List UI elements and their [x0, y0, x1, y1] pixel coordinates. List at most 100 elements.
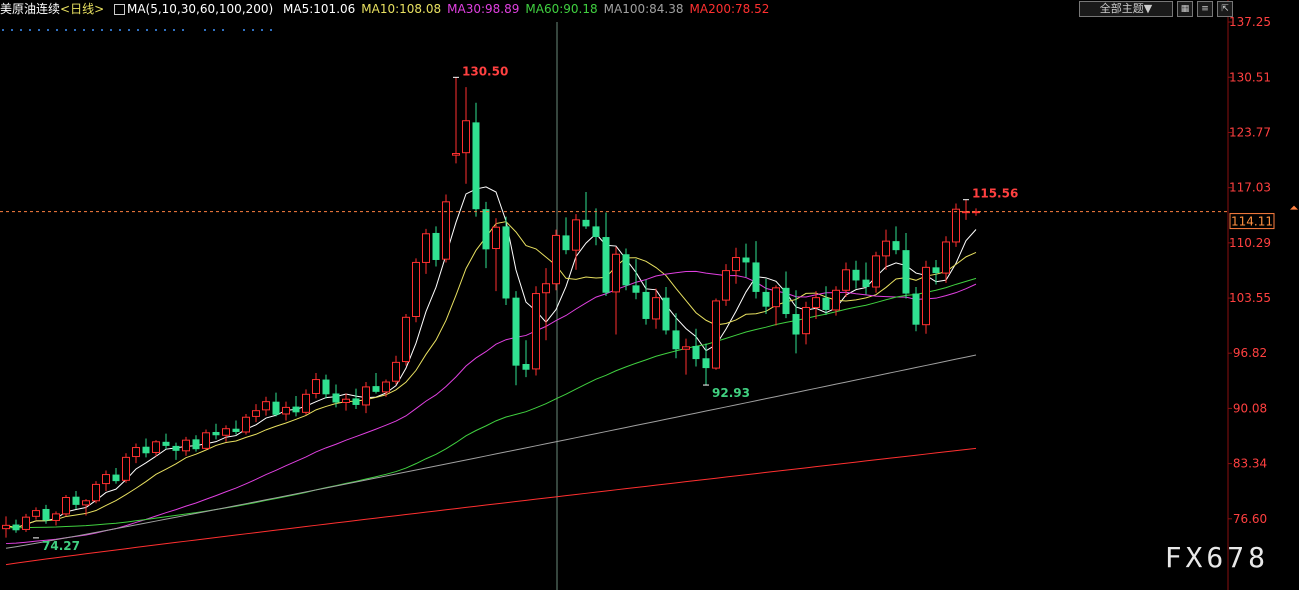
y-tick-label: 110.29 — [1229, 236, 1271, 250]
candle-body — [62, 497, 70, 515]
watermark-logo: FX678 — [1164, 541, 1269, 574]
candle-body — [412, 261, 420, 317]
grid-dot — [164, 29, 166, 31]
y-tick-label: 96.82 — [1233, 346, 1267, 360]
candle-body — [812, 297, 820, 308]
candle-body — [452, 153, 460, 156]
candle-body — [752, 262, 760, 292]
candle-body — [162, 441, 170, 446]
candle-body — [42, 508, 50, 521]
y-tick-label: 130.51 — [1229, 70, 1271, 84]
candle-body — [302, 393, 310, 413]
candle-body — [482, 209, 490, 250]
chart-settings-icon[interactable] — [113, 4, 125, 15]
candle-body — [642, 291, 650, 319]
candle-body — [512, 297, 520, 366]
candle-body — [492, 226, 500, 250]
candle-body — [252, 410, 260, 417]
grid-dot — [146, 29, 148, 31]
candle-body — [392, 361, 400, 382]
grid-dot — [119, 29, 121, 31]
grid-dot — [56, 29, 58, 31]
candle-body — [52, 513, 60, 521]
ma-value-3: MA60:90.18 — [525, 2, 598, 16]
ma5-line — [5, 186, 977, 529]
ma10-line — [5, 221, 977, 529]
candlestick-chart: 114.11 137.25 130.51 123.77 117.03 110.29 103… — [0, 0, 1298, 590]
grid-dot — [182, 29, 184, 31]
price-label: 114.11 — [1231, 215, 1273, 229]
theme-dropdown[interactable]: 全部主题▼ — [1079, 1, 1173, 17]
ma-value-0: MA5:101.06 — [283, 2, 356, 16]
grid-dot — [65, 29, 67, 31]
candle-body — [782, 287, 790, 315]
candle-body — [612, 253, 620, 293]
candle-body — [132, 447, 140, 458]
candle-body — [832, 289, 840, 311]
candle-body — [312, 379, 320, 394]
candle-body — [372, 386, 380, 392]
candle-body — [262, 401, 270, 411]
candle-body — [82, 500, 90, 506]
grid-dot — [222, 29, 224, 31]
candle-body — [662, 297, 670, 331]
candle-body — [442, 201, 450, 260]
grid-dot — [243, 29, 245, 31]
grid-icon[interactable]: ▦ — [1177, 1, 1193, 17]
grid-dot — [204, 29, 206, 31]
candle-body — [572, 219, 580, 251]
candle-body — [152, 441, 160, 453]
annotation-label: 130.50 — [462, 64, 508, 78]
candle-body — [712, 300, 720, 369]
candle-body — [222, 428, 230, 436]
expand-icon[interactable]: ⇱ — [1217, 1, 1233, 17]
candle-body — [22, 516, 30, 530]
candle-body — [502, 226, 510, 299]
candle-body — [912, 293, 920, 325]
candle-body — [842, 269, 850, 291]
candle-body — [602, 237, 610, 293]
grid-dot — [213, 29, 215, 31]
moving-average-lines — [5, 186, 977, 566]
candle-body — [182, 439, 190, 452]
candle-body — [72, 496, 80, 505]
candle-body — [542, 283, 550, 294]
y-tick-label: 103.55 — [1229, 291, 1271, 305]
grid-dot — [29, 29, 31, 31]
candle-body — [32, 510, 40, 517]
candle-body — [342, 398, 350, 403]
list-icon[interactable]: ≡ — [1197, 1, 1213, 17]
candle-body — [472, 122, 480, 210]
candle-body — [902, 250, 910, 294]
grid-dot — [20, 29, 22, 31]
candle-body — [742, 257, 750, 263]
candle-body — [622, 254, 630, 286]
period-label[interactable]: <日线> — [60, 2, 104, 16]
grid-dot — [173, 29, 175, 31]
grid-dot — [74, 29, 76, 31]
grid-dot — [128, 29, 130, 31]
candle-body — [942, 241, 950, 274]
candle-body — [702, 358, 710, 369]
grid-dot — [92, 29, 94, 31]
candle-body — [772, 287, 780, 308]
candle-body — [872, 255, 880, 288]
candle-body — [852, 269, 860, 281]
price-marker-icon — [1290, 205, 1298, 210]
candle-body — [732, 257, 740, 272]
candle-body — [952, 208, 960, 243]
candle-body — [352, 398, 360, 405]
annotation-label: 115.56 — [972, 187, 1018, 201]
candle-body — [562, 235, 570, 251]
candle-body — [672, 330, 680, 350]
candle-body — [762, 291, 770, 307]
y-tick-label: 83.34 — [1233, 457, 1267, 471]
indicator-header: 美原油连续<日线> MA(5,10,30,60,100,200) MA5:101… — [0, 0, 1060, 18]
grid-dot — [83, 29, 85, 31]
candle-body — [12, 524, 20, 531]
annotation-label: 74.27 — [42, 539, 80, 553]
y-tick-label: 90.08 — [1233, 401, 1267, 415]
candle-body — [282, 406, 290, 415]
y-tick-label: 117.03 — [1229, 181, 1271, 195]
symbol-label[interactable]: 美原油连续 — [0, 2, 60, 16]
